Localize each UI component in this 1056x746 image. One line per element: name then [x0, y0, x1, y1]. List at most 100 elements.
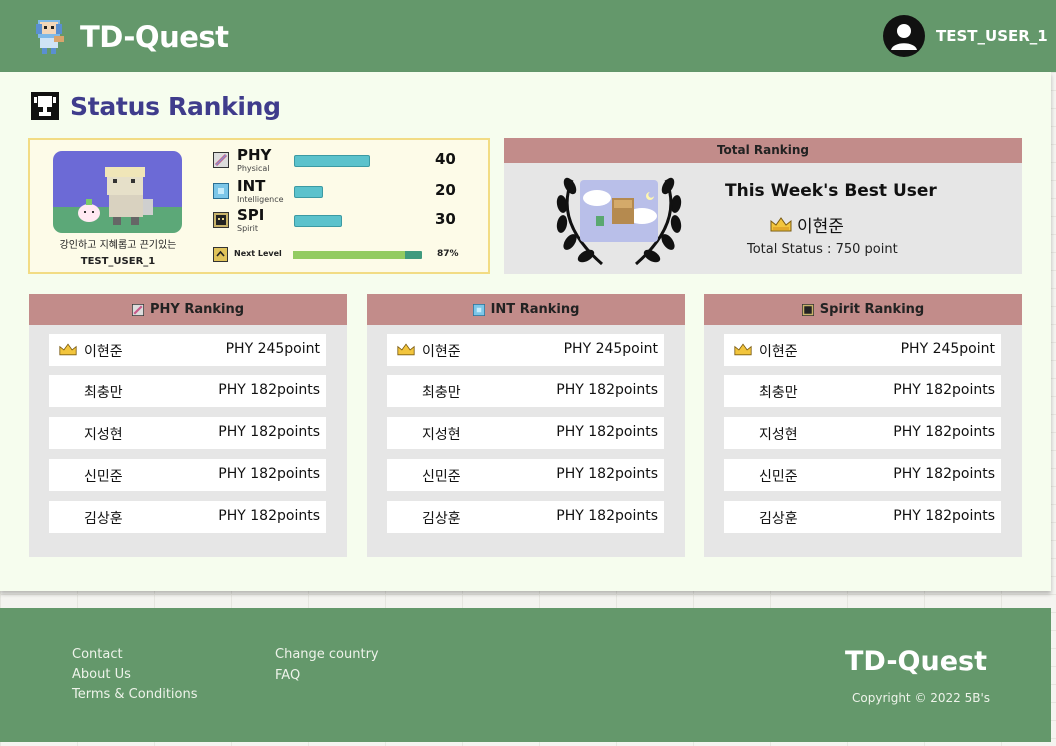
ranking-entry[interactable]: 이현준 PHY 245point — [49, 334, 326, 366]
int-stat-icon — [472, 303, 485, 316]
stat-bar-spi — [294, 215, 342, 227]
ranking-entry-score: PHY 182points — [893, 508, 995, 524]
best-user-total-status: Total Status : 750 point — [747, 242, 898, 257]
int-ranking-list: 이현준 PHY 245point 최충만 PHY 182points 지성현 P… — [387, 334, 664, 543]
ranking-entry-score: PHY 182points — [218, 466, 320, 482]
ranking-entry-score: PHY 182points — [218, 508, 320, 524]
ranking-entry-name: 지성현 — [84, 427, 123, 443]
stat-full-name: Spirit — [237, 224, 259, 233]
top-header: TD-Quest TEST_USER_1 — [0, 0, 1056, 72]
phy-ranking-list: 이현준 PHY 245point 최충만 PHY 182points 지성현 P… — [49, 334, 326, 543]
profile-username: TEST_USER_1 — [80, 256, 156, 267]
stat-row-phy: PHY Physical 40 — [213, 146, 473, 178]
ranking-entry[interactable]: 지성현 PHY 182points — [724, 417, 1001, 449]
crown-icon — [734, 343, 752, 356]
ranking-entry-name: 신민준 — [422, 469, 461, 485]
int-ranking-title: INT Ranking — [490, 302, 580, 317]
footer-link-about[interactable]: About Us — [72, 667, 198, 683]
crown-icon — [770, 217, 792, 232]
footer-link-terms[interactable]: Terms & Conditions — [72, 687, 198, 703]
best-user-title: This Week's Best User — [725, 181, 937, 201]
int-ranking-box: INT Ranking 이현준 PHY 245point 최충만 PHY 182… — [367, 294, 685, 557]
ranking-entry-score: PHY 245point — [900, 341, 995, 357]
stat-full-name: Physical — [237, 164, 270, 173]
stat-abbr: SPI — [237, 206, 265, 224]
pixel-character-logo-icon[interactable] — [32, 18, 66, 56]
spirit-ranking-list: 이현준 PHY 245point 최충만 PHY 182points 지성현 P… — [724, 334, 1001, 543]
phy-ranking-box: PHY Ranking 이현준 PHY 245point 최충만 PHY 182… — [29, 294, 347, 557]
user-avatar-icon[interactable] — [883, 15, 925, 57]
stat-abbr: PHY — [237, 146, 272, 164]
ranking-entry[interactable]: 이현준 PHY 245point — [724, 334, 1001, 366]
ranking-entry[interactable]: 신민준 PHY 182points — [387, 459, 664, 491]
ranking-entry-name: 최충만 — [759, 385, 798, 401]
profile-motto: 강인하고 지혜롭고 끈기있는 — [59, 240, 177, 251]
ranking-entry[interactable]: 김상훈 PHY 182points — [724, 501, 1001, 533]
ranking-entry-name: 지성현 — [422, 427, 461, 443]
laurel-wreath-badge-icon — [556, 177, 682, 266]
spi-stat-icon — [213, 212, 229, 228]
ranking-entry-score: PHY 182points — [893, 466, 995, 482]
ranking-entry[interactable]: 최충만 PHY 182points — [49, 375, 326, 407]
stat-full-name: Intelligence — [237, 195, 284, 204]
ranking-entry[interactable]: 지성현 PHY 182points — [49, 417, 326, 449]
ranking-entry[interactable]: 김상훈 PHY 182points — [387, 501, 664, 533]
ranking-entry-name: 이현준 — [84, 344, 123, 360]
level-up-icon — [213, 247, 228, 262]
ranking-entry[interactable]: 김상훈 PHY 182points — [49, 501, 326, 533]
footer-copyright: Copyright © 2022 5B's — [852, 691, 991, 705]
ranking-entry-score: PHY 182points — [556, 508, 658, 524]
footer-link-faq[interactable]: FAQ — [275, 668, 379, 684]
ranking-entry[interactable]: 이현준 PHY 245point — [387, 334, 664, 366]
phy-ranking-title: PHY Ranking — [149, 302, 245, 317]
ranking-entry-score: PHY 182points — [556, 382, 658, 398]
site-footer: Contact About Us Terms & Conditions Chan… — [0, 608, 1051, 742]
ranking-entry[interactable]: 신민준 PHY 182points — [49, 459, 326, 491]
ranking-entry-score: PHY 182points — [218, 382, 320, 398]
crown-icon — [59, 343, 77, 356]
stat-value: 30 — [435, 210, 456, 228]
stat-row-spi: SPI Spirit 30 — [213, 206, 473, 238]
ranking-entry-name: 김상훈 — [84, 511, 123, 527]
ranking-entry-score: PHY 182points — [556, 466, 658, 482]
best-user: 이현준 — [770, 212, 844, 237]
footer-links-primary: Contact About Us Terms & Conditions — [72, 647, 198, 703]
ranking-entry-name: 신민준 — [84, 469, 123, 485]
footer-links-secondary: Change country FAQ — [275, 647, 379, 684]
footer-link-contact[interactable]: Contact — [72, 647, 198, 663]
ranking-entry-name: 이현준 — [422, 344, 461, 360]
ranking-entry-name: 이현준 — [759, 344, 798, 360]
ranking-entry[interactable]: 신민준 PHY 182points — [724, 459, 1001, 491]
next-level-progress — [293, 251, 422, 259]
next-level-progress-fill — [293, 251, 406, 259]
spirit-ranking-box: Spirit Ranking 이현준 PHY 245point 최충만 PHY … — [704, 294, 1022, 557]
profile-caption: 강인하고 지혜롭고 끈기있는 TEST_USER_1 — [30, 238, 206, 270]
spirit-ranking-heading: Spirit Ranking — [704, 294, 1022, 325]
stat-abbr: INT — [237, 177, 266, 195]
main-panel: Status Ranking 강인하고 지혜롭고 끈기있는 TEST_USER_… — [0, 72, 1051, 591]
ranking-entry-name: 최충만 — [422, 385, 461, 401]
crown-icon — [397, 343, 415, 356]
best-user-name[interactable]: 이현준 — [797, 212, 844, 237]
profile-character-image — [53, 151, 182, 233]
ranking-entry-name: 신민준 — [759, 469, 798, 485]
phy-stat-icon — [213, 152, 229, 168]
total-ranking-card: Total Ranking This Week's Best User 이현준 … — [504, 138, 1022, 274]
footer-link-change-country[interactable]: Change country — [275, 647, 379, 663]
brand-title[interactable]: TD-Quest — [80, 20, 229, 54]
stat-bar-phy — [294, 155, 370, 167]
header-username[interactable]: TEST_USER_1 — [936, 27, 1048, 45]
phy-stat-icon — [131, 303, 144, 316]
ranking-entry[interactable]: 최충만 PHY 182points — [387, 375, 664, 407]
ranking-entry[interactable]: 최충만 PHY 182points — [724, 375, 1001, 407]
next-level-label: Next Level — [234, 249, 282, 258]
next-level-percent: 87% — [437, 249, 459, 259]
ranking-entry[interactable]: 지성현 PHY 182points — [387, 417, 664, 449]
int-stat-icon — [213, 183, 229, 199]
page-title-row: Status Ranking — [30, 91, 281, 121]
ranking-entry-name: 지성현 — [759, 427, 798, 443]
ranking-entry-score: PHY 182points — [556, 424, 658, 440]
total-ranking-heading: Total Ranking — [504, 138, 1022, 163]
ranking-entry-score: PHY 182points — [893, 382, 995, 398]
profile-card: 강인하고 지혜롭고 끈기있는 TEST_USER_1 PHY Physical … — [28, 138, 490, 274]
